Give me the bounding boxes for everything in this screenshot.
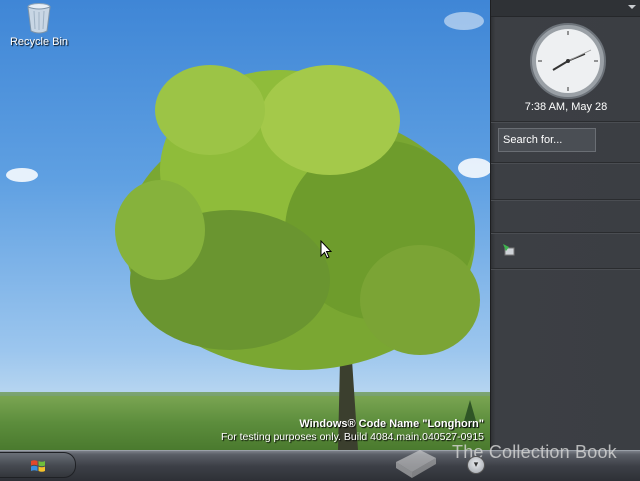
slideshow-icon[interactable] — [502, 243, 516, 257]
sidebar-header — [491, 0, 640, 17]
desktop-icon-recycle-bin[interactable]: Recycle Bin — [6, 2, 72, 48]
sidebar-divider — [491, 162, 640, 163]
sidebar: 7:38 AM, May 28 Search for... — [490, 0, 640, 450]
search-input[interactable]: Search for... — [498, 128, 596, 152]
watermark-subtitle: For testing purposes only. Build 4084.ma… — [220, 431, 484, 443]
sidebar-divider — [491, 232, 640, 233]
sidebar-divider — [491, 121, 640, 122]
tree-image — [115, 65, 480, 450]
book-logo-icon — [396, 450, 436, 478]
watermark-title: Windows® Code Name "Longhorn" — [299, 418, 484, 430]
sidebar-divider — [491, 199, 640, 200]
recycle-bin-icon — [26, 2, 52, 34]
build-watermark: Windows® Code Name "Longhorn" For testin… — [221, 418, 484, 443]
desktop-icon-label: Recycle Bin — [9, 36, 69, 48]
sidebar-menu-arrow-icon[interactable] — [628, 5, 636, 9]
clock-time-label: 7:38 AM, May 28 — [524, 101, 608, 113]
mouse-cursor-icon — [320, 240, 332, 259]
start-button[interactable] — [0, 452, 76, 478]
sidebar-divider — [491, 268, 640, 269]
chevron-down-icon[interactable]: ▾ — [467, 456, 485, 474]
desktop-wallpaper[interactable]: Recycle Bin Windows® Code Name "Longhorn… — [0, 0, 490, 450]
windows-flag-icon — [31, 460, 45, 472]
clock-tile[interactable] — [529, 22, 607, 100]
